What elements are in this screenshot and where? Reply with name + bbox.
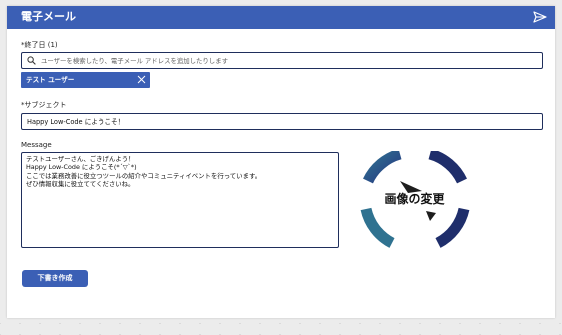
page-title: 電子メール [21,10,76,23]
message-label: Message [21,141,52,149]
image-picker[interactable]: 画像の変更 [356,148,473,248]
recipient-search-input[interactable] [41,53,538,68]
search-icon [27,56,36,65]
page-footer-dots [0,323,562,335]
send-icon[interactable] [533,11,547,23]
recipient-search-field[interactable] [21,52,543,69]
email-form-card: 電子メール *終了日 (1) テスト ユーザー *サブジェクト Happy Lo… [7,6,555,318]
selected-user-name: テスト ユーザー [26,76,75,84]
message-field[interactable]: テストユーザーさん、ごきげんよう！ Happy Low-Code にようこそ(*… [21,152,339,248]
subject-label: *サブジェクト [21,101,67,109]
subject-value: Happy Low-Code にようこそ！ [27,118,125,126]
create-draft-button[interactable]: 下書き作成 [22,270,88,287]
header-bar: 電子メール [7,6,555,29]
recipient-label: *終了日 (1) [21,41,58,49]
change-image-label: 画像の変更 [384,192,445,206]
close-icon[interactable] [137,75,146,84]
subject-field[interactable]: Happy Low-Code にようこそ！ [21,113,543,130]
message-value: テストユーザーさん、ごきげんよう！ Happy Low-Code にようこそ(*… [26,155,262,189]
selected-user-chip: テスト ユーザー [21,72,150,88]
